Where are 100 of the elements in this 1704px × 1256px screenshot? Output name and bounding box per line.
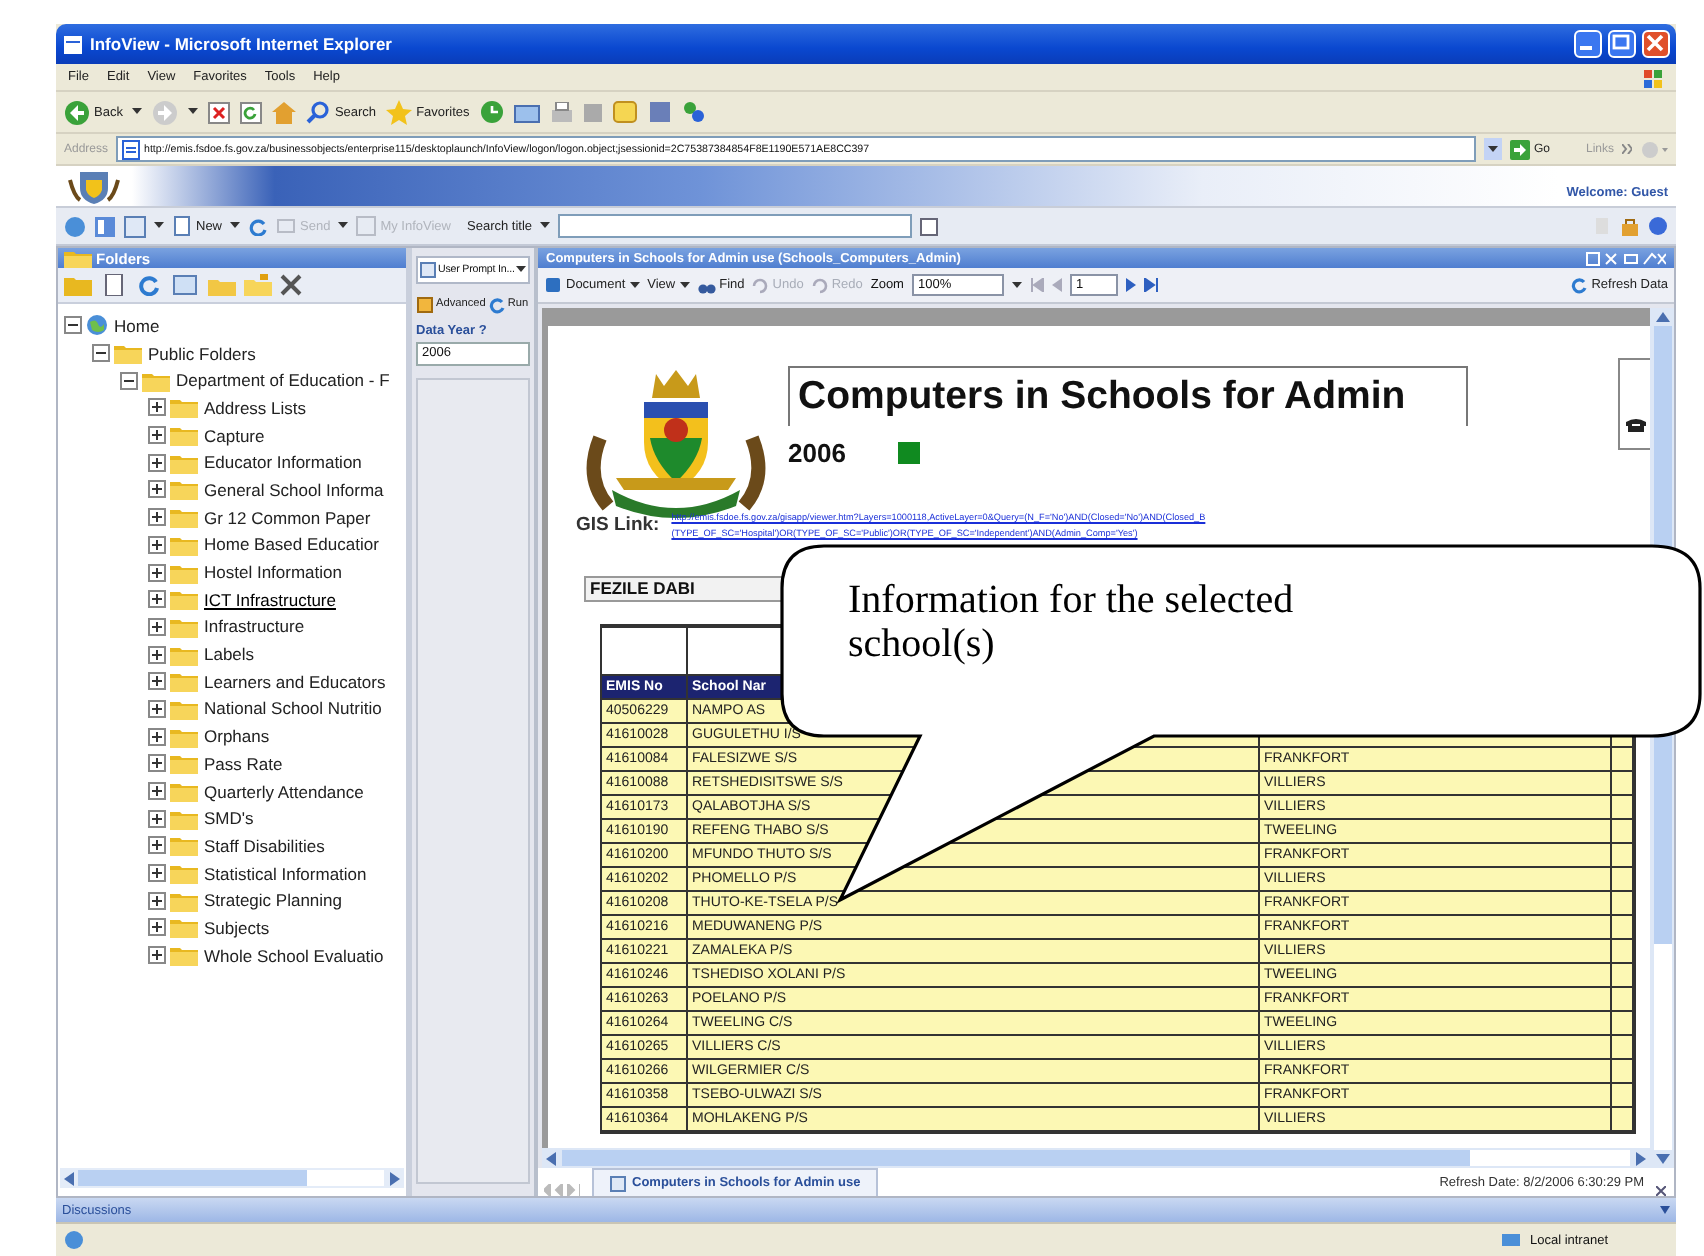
- expand-icon[interactable]: [148, 754, 166, 773]
- expand-icon[interactable]: [148, 645, 166, 664]
- caret-icon: [132, 108, 143, 116]
- send-icon: [276, 216, 297, 236]
- collapse-icon[interactable]: [120, 371, 138, 390]
- next-page-icon[interactable]: [1125, 278, 1136, 292]
- folder-icon: [170, 697, 198, 720]
- window-title: InfoView - Microsoft Internet Explorer: [90, 34, 392, 54]
- search-icon[interactable]: [920, 217, 939, 235]
- redo-icon: [811, 277, 828, 293]
- expand-icon[interactable]: [148, 809, 166, 828]
- close-icon[interactable]: [1656, 1186, 1666, 1196]
- view-icon[interactable]: [94, 215, 116, 237]
- expand-icon[interactable]: [148, 398, 166, 417]
- expand-icon[interactable]: [148, 891, 166, 910]
- tree-item[interactable]: ICT Infrastructure: [202, 589, 338, 610]
- caret-icon: [540, 222, 551, 230]
- tree-item[interactable]: Strategic Planning: [202, 890, 344, 911]
- document-icon: [544, 276, 562, 294]
- tree-item[interactable]: Whole School Evaluatio: [202, 945, 386, 966]
- tree-item[interactable]: Statistical Information: [202, 863, 369, 884]
- history-icon[interactable]: [479, 100, 504, 124]
- document-icon[interactable]: [100, 274, 128, 296]
- refresh-icon[interactable]: [248, 216, 269, 236]
- expand-icon[interactable]: [148, 864, 166, 883]
- expand-icon[interactable]: [148, 535, 166, 554]
- list-icon[interactable]: [124, 215, 146, 237]
- tree-item[interactable]: Home Based Educatior: [202, 534, 381, 555]
- print-icon[interactable]: [549, 101, 574, 123]
- tree-item[interactable]: SMD's: [202, 808, 256, 829]
- expand-icon[interactable]: [148, 699, 166, 718]
- refresh-icon[interactable]: [240, 101, 263, 123]
- tree-item[interactable]: Learners and Educators: [202, 671, 388, 692]
- lock-icon[interactable]: [1620, 216, 1640, 236]
- tree-item[interactable]: Gr 12 Common Paper: [202, 507, 373, 528]
- mail-icon[interactable]: [513, 101, 540, 123]
- delete-icon[interactable]: [280, 274, 302, 296]
- properties-icon[interactable]: [172, 274, 200, 296]
- tree-item[interactable]: General School Informa: [202, 479, 386, 500]
- tree-item[interactable]: Address Lists: [202, 397, 309, 418]
- stop-icon[interactable]: [208, 101, 231, 123]
- tree-item[interactable]: National School Nutritio: [202, 698, 384, 719]
- minimize-button[interactable]: [1574, 30, 1602, 58]
- last-page-icon[interactable]: [1143, 278, 1158, 292]
- expand-icon[interactable]: [148, 782, 166, 801]
- expand-icon[interactable]: [148, 617, 166, 636]
- expand-icon[interactable]: [148, 563, 166, 582]
- tree-item[interactable]: Quarterly Attendance: [202, 781, 366, 802]
- refresh-icon[interactable]: [136, 274, 164, 296]
- maximize-button[interactable]: [1608, 30, 1636, 58]
- tree-item[interactable]: Subjects: [202, 917, 272, 938]
- tree-item[interactable]: Hostel Information: [202, 562, 344, 583]
- horizontal-scrollbar[interactable]: [60, 1168, 404, 1188]
- globe-icon: [86, 314, 108, 337]
- expand-icon[interactable]: [148, 453, 166, 472]
- help-icon[interactable]: [1648, 216, 1668, 236]
- expand-icon[interactable]: [148, 590, 166, 609]
- expand-icon[interactable]: [148, 918, 166, 937]
- folder-icon: [170, 561, 198, 584]
- search-icon: [306, 100, 331, 124]
- folder-icon: [170, 752, 198, 775]
- collapse-icon[interactable]: [92, 344, 110, 363]
- dropdown-icon[interactable]: [1483, 138, 1502, 160]
- expand-icon[interactable]: [148, 672, 166, 691]
- messenger-icon[interactable]: [681, 100, 706, 124]
- expand-icon[interactable]: [148, 727, 166, 746]
- home-icon[interactable]: [64, 215, 86, 237]
- expand-icon[interactable]: [148, 946, 166, 965]
- folder-icon: [170, 725, 198, 748]
- collapse-icon[interactable]: [64, 316, 82, 335]
- tree-item[interactable]: Public Folders: [146, 343, 258, 364]
- tree-item[interactable]: Home: [112, 315, 162, 336]
- tree-item[interactable]: Labels: [202, 644, 257, 665]
- expand-icon[interactable]: [148, 508, 166, 527]
- caret-icon: [1011, 281, 1022, 289]
- tree-item[interactable]: Infrastructure: [202, 616, 307, 637]
- page-icon: [122, 139, 141, 159]
- expand-icon[interactable]: [148, 426, 166, 445]
- folder-icon: [170, 588, 198, 611]
- folder-icon: [170, 615, 198, 638]
- windows-logo-icon: [1644, 67, 1664, 87]
- expand-icon[interactable]: [148, 480, 166, 499]
- close-button[interactable]: [1642, 30, 1670, 58]
- folder-icon: [170, 643, 198, 666]
- tree-item[interactable]: Pass Rate: [202, 753, 285, 774]
- legend-square: [897, 442, 920, 464]
- folder-icon: [170, 670, 198, 693]
- horizontal-scrollbar[interactable]: [542, 1148, 1650, 1168]
- folder-icon: [170, 862, 198, 885]
- caret-icon: [230, 222, 241, 230]
- tree-item[interactable]: Capture: [202, 425, 267, 446]
- tree-item[interactable]: Orphans: [202, 726, 272, 747]
- gis-label: GIS Link:: [576, 514, 660, 536]
- expand-icon[interactable]: [148, 836, 166, 855]
- research-icon[interactable]: [647, 100, 672, 124]
- search-field[interactable]: [558, 214, 913, 238]
- expand-arrow-icon: [1660, 1206, 1670, 1214]
- tree-item[interactable]: Staff Disabilities: [202, 835, 327, 856]
- tree-item[interactable]: Department of Education - F: [174, 370, 392, 391]
- tree-item[interactable]: Educator Information: [202, 452, 364, 473]
